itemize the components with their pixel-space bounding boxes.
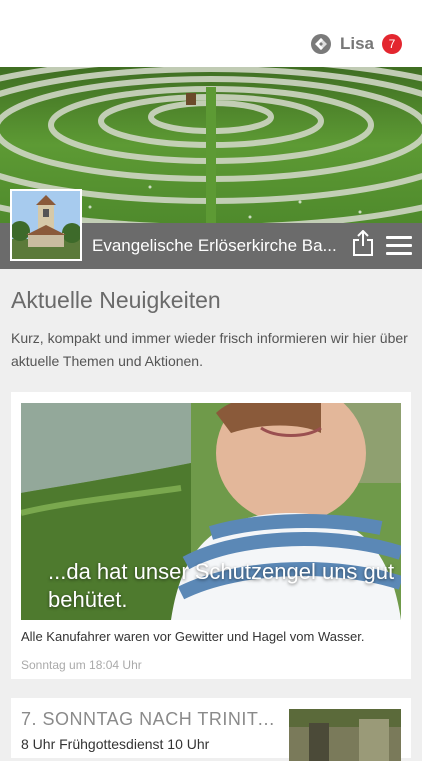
section-description: Kurz, kompakt und immer wieder frisch in… [11, 330, 408, 369]
church-name[interactable]: Evangelische Erlöserkirche Ba... [92, 236, 342, 256]
username[interactable]: Lisa [340, 34, 374, 54]
hamburger-menu-icon[interactable] [386, 236, 412, 256]
app-logo-icon [310, 34, 331, 54]
news-card[interactable]: ...da hat unser Schutzengel uns gut behü… [11, 392, 411, 679]
news-thumbnail [289, 709, 401, 761]
share-icon[interactable] [352, 230, 374, 256]
news-caption: Alle Kanufahrer waren vor Gewitter und H… [21, 629, 365, 644]
section-title: Aktuelle Neuigkeiten [11, 287, 221, 313]
church-thumbnail[interactable] [10, 189, 82, 261]
user-area[interactable]: Lisa 7 [310, 32, 402, 56]
news-photo: ...da hat unser Schutzengel uns gut behü… [21, 403, 401, 620]
photo-overlay-text: ...da hat unser Schutzengel uns gut behü… [48, 559, 395, 612]
news-timestamp: Sonntag um 18:04 Uhr [21, 658, 142, 672]
news-title: 7. SONNTAG NACH TRINITA... [21, 709, 276, 729]
news-card[interactable]: 7. SONNTAG NACH TRINITA... 8 Uhr Frühgot… [11, 698, 411, 761]
notification-badge[interactable]: 7 [382, 34, 402, 54]
top-bar: Lisa 7 [0, 0, 422, 67]
